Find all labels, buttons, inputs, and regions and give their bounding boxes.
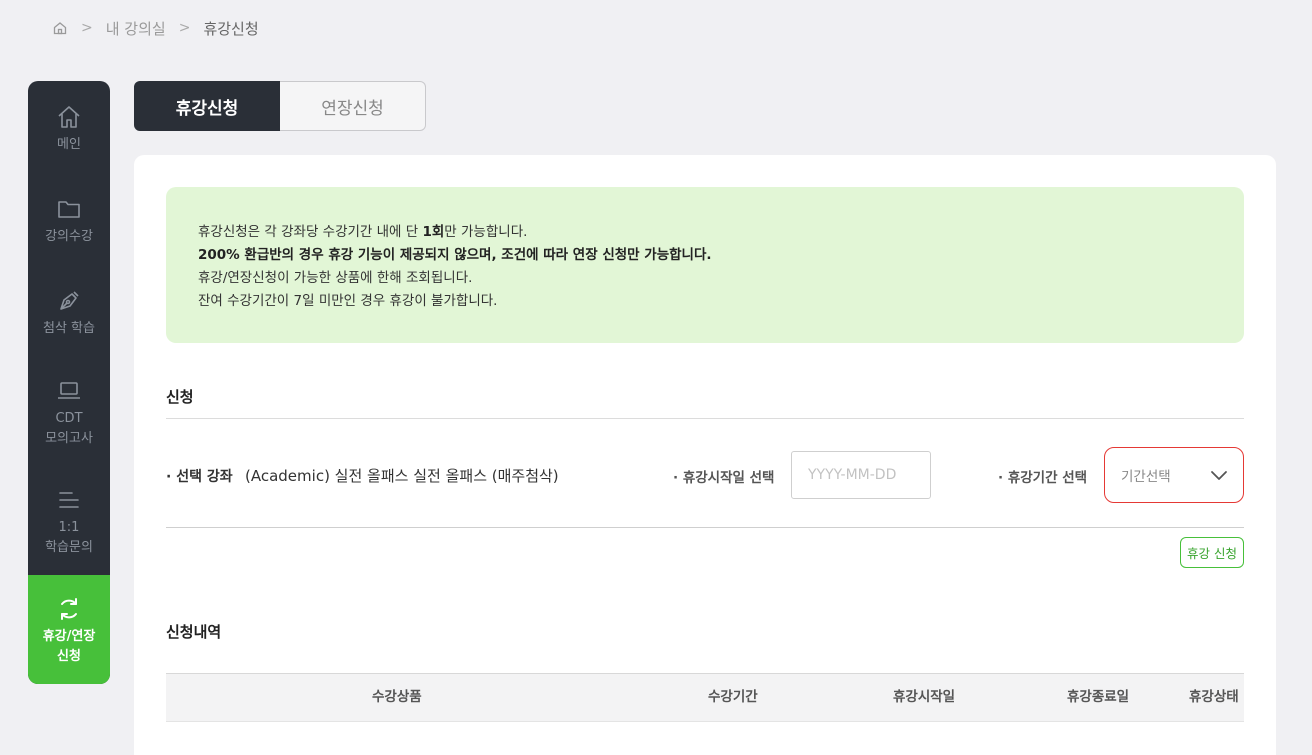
breadcrumb-separator: > bbox=[81, 20, 93, 36]
column-header-product: 수강상품 bbox=[372, 689, 422, 705]
start-date-input[interactable] bbox=[791, 451, 931, 499]
history-table-header: 수강상품 수강기간 휴강시작일 휴강종료일 휴강상태 bbox=[166, 673, 1244, 722]
apply-pause-button[interactable]: 휴강 신청 bbox=[1180, 537, 1244, 568]
tab-pause-request[interactable]: 휴강신청 bbox=[134, 81, 280, 131]
history-section-title: 신청내역 bbox=[166, 623, 222, 641]
pen-nib-icon bbox=[55, 287, 83, 315]
period-select-value: 기간선택 bbox=[1121, 469, 1171, 485]
period-label: · 휴강기간 선택 bbox=[998, 470, 1088, 486]
divider bbox=[166, 418, 1244, 419]
sidebar-item-label: 첨삭 학습 bbox=[43, 321, 95, 336]
notice-emphasis: 1회 bbox=[422, 224, 445, 240]
sidebar-item-label: 1:1 학습문의 bbox=[45, 520, 93, 555]
notice-text: 휴강신청은 각 강좌당 수강기간 내에 단 bbox=[198, 224, 423, 240]
breadcrumb: > 내 강의실 > 휴강신청 bbox=[52, 18, 259, 38]
start-date-label: · 휴강시작일 선택 bbox=[673, 470, 775, 486]
notice-line: 잔여 수강기간이 7일 미만인 경우 휴강이 불가합니다. bbox=[198, 293, 498, 309]
course-label: · 선택 강좌 bbox=[166, 469, 233, 485]
divider bbox=[166, 527, 1244, 528]
breadcrumb-current: 휴강신청 bbox=[203, 19, 259, 38]
main-panel: 휴강신청은 각 강좌당 수강기간 내에 단 1회만 가능합니다. 200% 환급… bbox=[134, 155, 1276, 755]
home-icon[interactable] bbox=[52, 20, 68, 36]
sidebar: 메인 강의수강 첨삭 학습 CDT 모의고사 1:1 학습문의 휴강/연장 신청 bbox=[28, 81, 110, 684]
sidebar-item-correction[interactable]: 첨삭 학습 bbox=[28, 287, 110, 339]
sidebar-item-label: 메인 bbox=[57, 137, 81, 152]
sidebar-item-label: CDT 모의고사 bbox=[45, 411, 93, 446]
notice-line: 200% 환급반의 경우 휴강 기능이 제공되지 않으며, 조건에 따라 연장 … bbox=[198, 244, 1212, 267]
column-header-pause-end: 휴강종료일 bbox=[1067, 689, 1130, 705]
sidebar-item-lectures[interactable]: 강의수강 bbox=[28, 195, 110, 247]
sidebar-item-label: 강의수강 bbox=[45, 229, 93, 244]
notice-box: 휴강신청은 각 강좌당 수강기간 내에 단 1회만 가능합니다. 200% 환급… bbox=[166, 187, 1244, 343]
tab-extend-request[interactable]: 연장신청 bbox=[280, 81, 426, 131]
notice-line: 휴강신청은 각 강좌당 수강기간 내에 단 1회만 가능합니다. bbox=[198, 221, 1212, 244]
breadcrumb-separator: > bbox=[178, 20, 191, 36]
tab-bar: 휴강신청 연장신청 bbox=[134, 81, 426, 131]
notice-text: 만 가능합니다. bbox=[444, 224, 528, 240]
chevron-down-icon bbox=[1209, 465, 1229, 485]
column-header-period: 수강기간 bbox=[708, 689, 758, 705]
notice-line: 휴강/연장신청이 가능한 상품에 한해 조회됩니다. bbox=[198, 270, 473, 286]
sidebar-item-inquiry[interactable]: 1:1 학습문의 bbox=[28, 486, 110, 558]
breadcrumb-my-classroom[interactable]: 내 강의실 bbox=[106, 18, 166, 39]
menu-lines-icon bbox=[55, 486, 83, 514]
sidebar-item-label: 휴강/연장 신청 bbox=[42, 629, 96, 664]
sidebar-item-mock-test[interactable]: CDT 모의고사 bbox=[28, 377, 110, 449]
house-icon bbox=[55, 103, 83, 131]
course-name: (Academic) 실전 올패스 실전 올패스 (매주첨삭) bbox=[245, 467, 559, 485]
column-header-pause-start: 휴강시작일 bbox=[893, 689, 956, 705]
column-header-status: 휴강상태 bbox=[1189, 689, 1239, 705]
laptop-icon bbox=[55, 377, 83, 405]
period-select[interactable]: 기간선택 bbox=[1104, 447, 1244, 503]
apply-section-title: 신청 bbox=[166, 388, 194, 406]
refresh-icon bbox=[55, 595, 83, 623]
folder-icon bbox=[55, 195, 83, 223]
sidebar-item-main[interactable]: 메인 bbox=[28, 103, 110, 155]
sidebar-item-pause-extend[interactable]: 휴강/연장 신청 bbox=[28, 575, 110, 684]
notice-emphasis: 200% 환급반의 경우 휴강 기능이 제공되지 않으며, 조건에 따라 연장 … bbox=[198, 247, 712, 263]
